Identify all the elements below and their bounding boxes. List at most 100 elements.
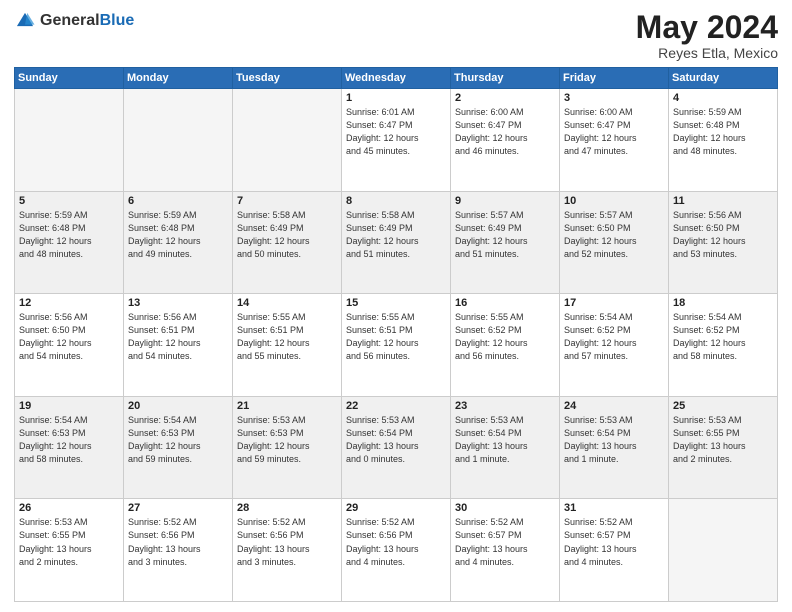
calendar-cell: 23 Sunrise: 5:53 AM Sunset: 6:54 PM Dayli… [451,396,560,499]
title-month: May 2024 [636,10,778,45]
day-number: 1 [346,92,446,104]
day-number: 27 [128,502,228,514]
calendar-cell: 5Sunrise: 5:59 AM Sunset: 6:48 PM Daylig… [15,191,124,294]
calendar-cell: 27 Sunrise: 5:52 AM Sunset: 6:56 PM Dayli… [124,499,233,602]
calendar-cell: 17 Sunrise: 5:54 AM Sunset: 6:52 PM Dayli… [560,294,669,397]
calendar-cell: 13 Sunrise: 5:56 AM Sunset: 6:51 PM Dayli… [124,294,233,397]
day-number: 29 [346,502,446,514]
title-block: May 2024 Reyes Etla, Mexico [636,10,778,61]
day-number: 24 [564,400,664,412]
calendar-cell: 11Sunrise: 5:56 AM Sunset: 6:50 PM Dayli… [669,191,778,294]
day-info: Sunrise: 5:58 AM Sunset: 6:49 PM Dayligh… [237,209,337,261]
day-info: Sunrise: 5:53 AM Sunset: 6:54 PM Dayligh… [346,414,446,466]
day-number: 8 [346,195,446,207]
day-info: Sunrise: 5:52 AM Sunset: 6:57 PM Dayligh… [564,516,664,568]
day-info: Sunrise: 6:01 AM Sunset: 6:47 PM Dayligh… [346,106,446,158]
calendar-table: SundayMondayTuesdayWednesdayThursdayFrid… [14,67,778,602]
day-info: Sunrise: 5:59 AM Sunset: 6:48 PM Dayligh… [128,209,228,261]
day-info: Sunrise: 6:00 AM Sunset: 6:47 PM Dayligh… [564,106,664,158]
calendar-cell: 1 Sunrise: 6:01 AM Sunset: 6:47 PM Daylig… [342,89,451,192]
calendar-cell: 4Sunrise: 5:59 AM Sunset: 6:48 PM Daylig… [669,89,778,192]
day-number: 4 [673,92,773,104]
logo-icon [14,10,36,32]
day-info: Sunrise: 5:52 AM Sunset: 6:57 PM Dayligh… [455,516,555,568]
calendar-header-row: SundayMondayTuesdayWednesdayThursdayFrid… [15,68,778,89]
day-number: 22 [346,400,446,412]
day-number: 11 [673,195,773,207]
day-number: 9 [455,195,555,207]
day-info: Sunrise: 5:57 AM Sunset: 6:50 PM Dayligh… [564,209,664,261]
day-info: Sunrise: 5:53 AM Sunset: 6:54 PM Dayligh… [455,414,555,466]
calendar-week-row: 12 Sunrise: 5:56 AM Sunset: 6:50 PM Dayli… [15,294,778,397]
calendar-cell: 14Sunrise: 5:55 AM Sunset: 6:51 PM Dayli… [233,294,342,397]
day-number: 3 [564,92,664,104]
calendar-header-monday: Monday [124,68,233,89]
calendar-cell: 2 Sunrise: 6:00 AM Sunset: 6:47 PM Daylig… [451,89,560,192]
day-number: 17 [564,297,664,309]
day-info: Sunrise: 5:56 AM Sunset: 6:51 PM Dayligh… [128,311,228,363]
calendar-cell: 16 Sunrise: 5:55 AM Sunset: 6:52 PM Dayli… [451,294,560,397]
day-number: 14 [237,297,337,309]
logo-text-general: General [40,12,100,29]
day-info: Sunrise: 5:53 AM Sunset: 6:55 PM Dayligh… [673,414,773,466]
day-number: 15 [346,297,446,309]
calendar-cell: 6 Sunrise: 5:59 AM Sunset: 6:48 PM Daylig… [124,191,233,294]
day-info: Sunrise: 6:00 AM Sunset: 6:47 PM Dayligh… [455,106,555,158]
day-number: 25 [673,400,773,412]
day-number: 23 [455,400,555,412]
day-number: 12 [19,297,119,309]
day-number: 2 [455,92,555,104]
calendar-cell: 26 Sunrise: 5:53 AM Sunset: 6:55 PM Dayli… [15,499,124,602]
day-number: 19 [19,400,119,412]
logo: GeneralBlue [14,10,134,32]
day-number: 6 [128,195,228,207]
day-number: 30 [455,502,555,514]
calendar-header-wednesday: Wednesday [342,68,451,89]
calendar-cell [124,89,233,192]
day-info: Sunrise: 5:52 AM Sunset: 6:56 PM Dayligh… [128,516,228,568]
day-info: Sunrise: 5:53 AM Sunset: 6:55 PM Dayligh… [19,516,119,568]
calendar-cell: 20Sunrise: 5:54 AM Sunset: 6:53 PM Dayli… [124,396,233,499]
calendar-cell: 3 Sunrise: 6:00 AM Sunset: 6:47 PM Daylig… [560,89,669,192]
day-number: 20 [128,400,228,412]
calendar-cell: 8Sunrise: 5:58 AM Sunset: 6:49 PM Daylig… [342,191,451,294]
day-info: Sunrise: 5:52 AM Sunset: 6:56 PM Dayligh… [237,516,337,568]
calendar-week-row: 26 Sunrise: 5:53 AM Sunset: 6:55 PM Dayli… [15,499,778,602]
calendar-cell: 15 Sunrise: 5:55 AM Sunset: 6:51 PM Dayli… [342,294,451,397]
calendar-cell: 29Sunrise: 5:52 AM Sunset: 6:56 PM Dayli… [342,499,451,602]
calendar-cell: 31 Sunrise: 5:52 AM Sunset: 6:57 PM Dayli… [560,499,669,602]
calendar-cell: 19 Sunrise: 5:54 AM Sunset: 6:53 PM Dayli… [15,396,124,499]
day-number: 7 [237,195,337,207]
calendar-cell: 18Sunrise: 5:54 AM Sunset: 6:52 PM Dayli… [669,294,778,397]
day-number: 28 [237,502,337,514]
day-number: 10 [564,195,664,207]
day-info: Sunrise: 5:54 AM Sunset: 6:52 PM Dayligh… [564,311,664,363]
day-info: Sunrise: 5:54 AM Sunset: 6:53 PM Dayligh… [19,414,119,466]
calendar-cell: 24 Sunrise: 5:53 AM Sunset: 6:54 PM Dayli… [560,396,669,499]
day-info: Sunrise: 5:55 AM Sunset: 6:51 PM Dayligh… [346,311,446,363]
calendar-week-row: 5 Sunrise: 5:59 AM Sunset: 6:48 PM Daylig… [15,191,778,294]
logo-text-blue: Blue [100,12,135,29]
day-info: Sunrise: 5:53 AM Sunset: 6:54 PM Dayligh… [564,414,664,466]
calendar-header-thursday: Thursday [451,68,560,89]
title-location: Reyes Etla, Mexico [636,45,778,61]
day-info: Sunrise: 5:55 AM Sunset: 6:52 PM Dayligh… [455,311,555,363]
day-number: 16 [455,297,555,309]
page: GeneralBlue May 2024 Reyes Etla, Mexico … [0,0,792,612]
day-number: 13 [128,297,228,309]
calendar-cell: 25 Sunrise: 5:53 AM Sunset: 6:55 PM Dayli… [669,396,778,499]
day-info: Sunrise: 5:57 AM Sunset: 6:49 PM Dayligh… [455,209,555,261]
day-number: 26 [19,502,119,514]
calendar-cell: 30 Sunrise: 5:52 AM Sunset: 6:57 PM Dayli… [451,499,560,602]
calendar-header-friday: Friday [560,68,669,89]
calendar-cell [15,89,124,192]
day-info: Sunrise: 5:54 AM Sunset: 6:52 PM Dayligh… [673,311,773,363]
calendar-cell: 28 Sunrise: 5:52 AM Sunset: 6:56 PM Dayli… [233,499,342,602]
day-number: 5 [19,195,119,207]
calendar-cell [669,499,778,602]
calendar-cell [233,89,342,192]
day-info: Sunrise: 5:56 AM Sunset: 6:50 PM Dayligh… [19,311,119,363]
calendar-cell: 21Sunrise: 5:53 AM Sunset: 6:53 PM Dayli… [233,396,342,499]
day-number: 31 [564,502,664,514]
calendar-cell: 12 Sunrise: 5:56 AM Sunset: 6:50 PM Dayli… [15,294,124,397]
